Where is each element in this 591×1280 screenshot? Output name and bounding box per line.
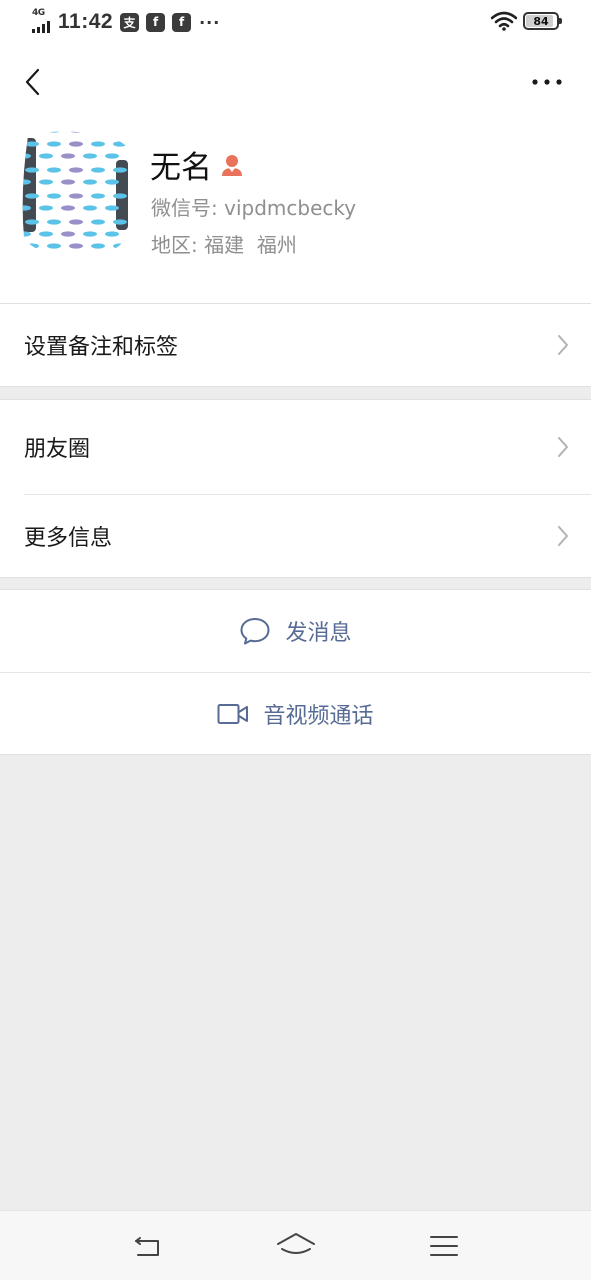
region-value: 福建 福州 <box>204 233 297 257</box>
divider <box>0 754 591 755</box>
more-info-row[interactable]: 更多信息 <box>0 494 591 577</box>
alipay-notification-icon: 支 <box>120 12 140 32</box>
video-camera-icon <box>217 704 249 724</box>
info-card: 朋友圈 更多信息 <box>0 400 591 577</box>
divider <box>0 577 591 578</box>
facebook-notification-icon: f <box>146 12 166 32</box>
divider <box>0 386 591 387</box>
av-call-label: 音视频通话 <box>263 704 374 729</box>
avatar[interactable] <box>20 130 134 258</box>
wechat-id-value: vipdmcbecky <box>224 196 357 220</box>
more-options-button[interactable] <box>527 70 567 94</box>
status-bar-right: 84 <box>491 11 562 31</box>
remark-card: 设置备注和标签 <box>0 304 591 386</box>
back-button[interactable] <box>16 62 48 102</box>
av-call-button[interactable]: 音视频通话 <box>0 673 591 755</box>
home-icon <box>277 1233 315 1254</box>
remark-tags-row[interactable]: 设置备注和标签 <box>0 304 591 386</box>
female-person-icon <box>222 154 242 176</box>
chevron-right-icon <box>558 437 568 457</box>
remark-tags-label: 设置备注和标签 <box>24 335 179 360</box>
chat-bubble-icon <box>240 618 270 645</box>
system-back-button[interactable] <box>127 1229 167 1263</box>
moments-label: 朋友圈 <box>24 437 91 462</box>
send-message-label: 发消息 <box>285 621 352 646</box>
chevron-left-icon <box>25 68 40 96</box>
wifi-icon <box>491 11 517 31</box>
chevron-right-icon <box>558 525 568 546</box>
status-time: 11:42 <box>58 10 114 33</box>
avatar-image <box>20 130 134 258</box>
system-home-button[interactable] <box>276 1229 316 1263</box>
send-message-button[interactable]: 发消息 <box>0 590 591 672</box>
wechat-id-label: 微信号: <box>151 196 225 220</box>
status-bar: 4G 11:42 支 f f ··· 84 <box>0 0 591 44</box>
back-icon <box>135 1237 159 1256</box>
profile-name-row: 无名 <box>150 142 244 187</box>
more-notifications-icon: ··· <box>199 12 221 32</box>
system-nav-bar <box>0 1210 591 1280</box>
battery-level: 84 <box>533 14 549 28</box>
region: 地区: 福建 福州 <box>151 229 297 258</box>
region-label: 地区: <box>151 233 205 257</box>
facebook-notification-icon-2: f <box>172 12 192 32</box>
profile-name: 无名 <box>150 150 212 186</box>
more-info-label: 更多信息 <box>24 525 113 551</box>
profile-header: 无名 微信号: vipdmcbecky 地区: 福建 福州 <box>0 120 591 304</box>
menu-icon <box>430 1236 458 1256</box>
network-type: 4G <box>32 8 45 18</box>
system-menu-button[interactable] <box>424 1229 464 1263</box>
signal-icon <box>32 21 50 33</box>
battery-icon: 84 <box>523 12 562 30</box>
more-dots-icon <box>532 79 562 85</box>
wechat-id: 微信号: vipdmcbecky <box>151 192 356 221</box>
chevron-right-icon <box>558 335 568 355</box>
moments-row[interactable]: 朋友圈 <box>0 400 591 494</box>
header-bar <box>0 44 591 120</box>
status-bar-left: 4G 11:42 支 f f ··· <box>32 8 221 34</box>
